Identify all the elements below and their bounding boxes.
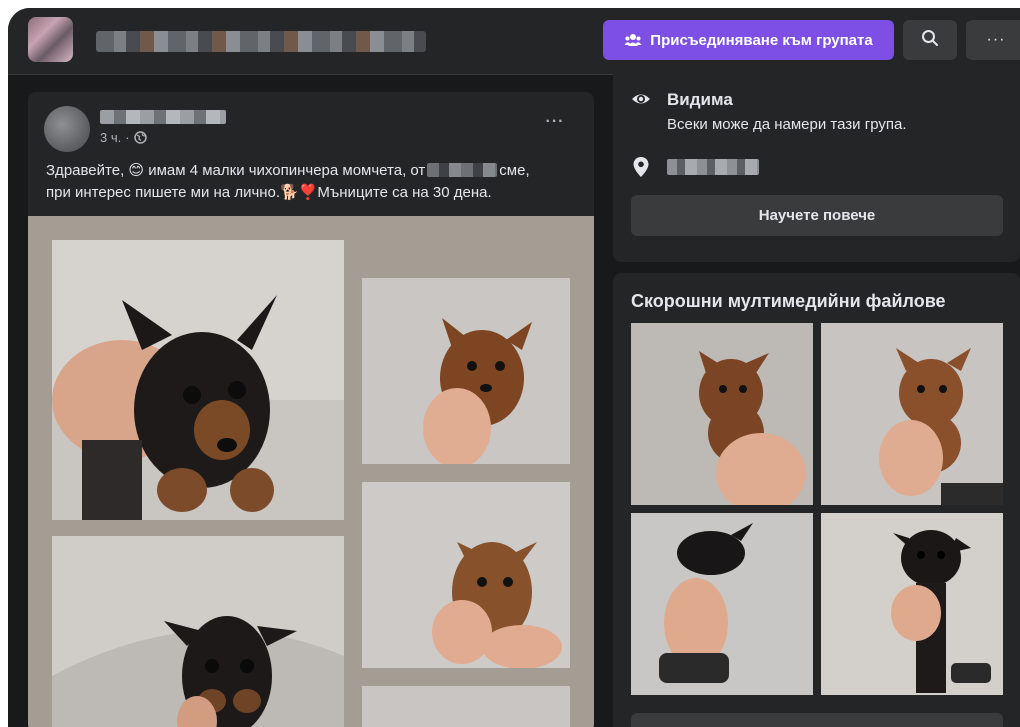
location-pin-icon	[633, 157, 649, 177]
post-photo[interactable]	[362, 482, 570, 668]
photo-collage	[28, 216, 594, 727]
learn-more-button[interactable]: Научете повече	[631, 195, 1003, 236]
post-photo[interactable]	[362, 278, 570, 464]
recent-media-title: Скорошни мултимедийни файлове	[631, 291, 946, 311]
recent-media-card: Скорошни мултимедийни файлове	[613, 273, 1020, 727]
media-thumbnail[interactable]	[631, 513, 813, 695]
post-more-button[interactable]: ···	[540, 114, 570, 136]
see-all-media-button[interactable]	[631, 713, 1003, 727]
post-photo[interactable]	[52, 536, 344, 727]
media-thumbnail[interactable]	[821, 513, 1003, 695]
media-thumbnail[interactable]	[821, 323, 1003, 505]
location-value-redacted	[667, 159, 759, 175]
post-photo[interactable]	[52, 240, 344, 520]
visibility-title: Видима	[667, 90, 733, 109]
join-group-button[interactable]: Присъединяване към групата	[603, 20, 894, 60]
post-text-line1-start: Здравейте, 😊 имам 4 малки чихопинчера мо…	[46, 162, 426, 179]
post-text: Здравейте, 😊 имам 4 малки чихопинчера мо…	[46, 160, 586, 204]
author-avatar[interactable]	[44, 106, 90, 152]
visibility-description: Всеки може да намери тази група.	[667, 116, 907, 133]
more-options-button[interactable]: ···	[966, 20, 1020, 60]
facebook-group-page: Присъединяване към групата ··· 3 ч. · ··…	[8, 8, 1020, 727]
globe-icon	[133, 131, 147, 144]
search-icon	[921, 29, 939, 52]
post-card: 3 ч. · ··· Здравейте, 😊 имам 4 малки чих…	[28, 92, 594, 727]
post-text-line1-end: сме,	[499, 162, 530, 179]
more-dots-icon: ···	[986, 31, 1006, 48]
group-name-redacted[interactable]	[96, 31, 426, 52]
post-meta: 3 ч. ·	[100, 130, 147, 145]
media-thumbnail[interactable]	[631, 323, 813, 505]
post-time[interactable]: 3 ч.	[100, 130, 121, 145]
meta-separator: ·	[125, 130, 130, 145]
group-header-bar: Присъединяване към групата ···	[8, 8, 1020, 75]
location-redacted	[427, 163, 498, 177]
author-name-redacted[interactable]	[100, 110, 226, 124]
group-avatar[interactable]	[28, 17, 73, 62]
join-group-label: Присъединяване към групата	[650, 31, 873, 49]
search-button[interactable]	[903, 20, 957, 60]
eye-icon	[631, 89, 651, 109]
group-icon	[624, 31, 642, 49]
group-about-card: Видима Всеки може да намери тази група. …	[613, 74, 1020, 262]
post-photo[interactable]	[362, 686, 570, 727]
post-text-line2: при интерес пишете ми на лично.🐕❣️Мъници…	[46, 184, 492, 201]
